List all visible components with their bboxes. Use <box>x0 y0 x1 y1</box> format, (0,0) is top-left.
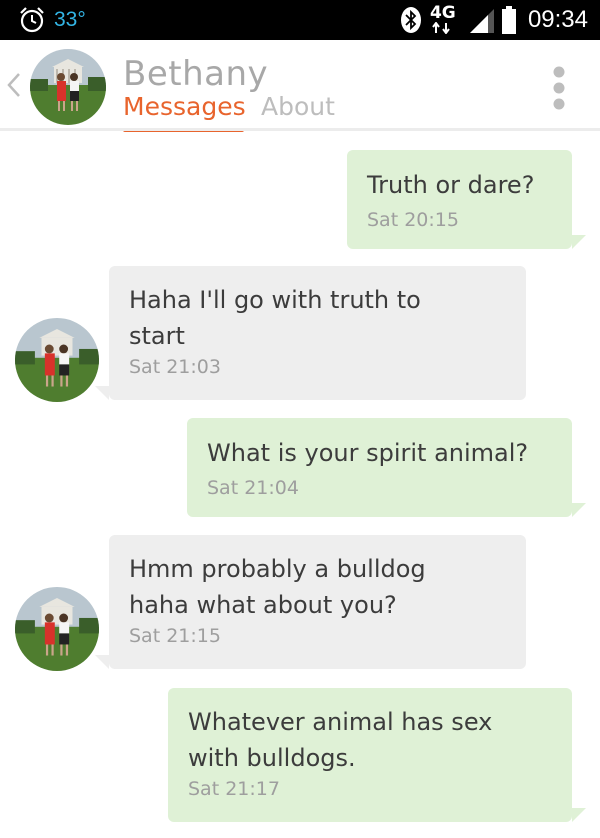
message-time: Sat 21:04 <box>207 477 299 499</box>
status-bar: 33° 4G 09:34 <box>0 0 600 40</box>
chat-header: Bethany Messages About <box>0 40 600 132</box>
outgoing-message: What is your spirit animal? Sat 21:04 <box>187 418 572 517</box>
contact-name: Bethany <box>123 54 269 94</box>
message-text: haha what about you? <box>129 591 397 619</box>
message-text: What is your spirit animal? <box>207 439 529 467</box>
network-type-text: 4G <box>429 3 456 23</box>
contact-avatar-small[interactable] <box>15 318 99 402</box>
message-time: Sat 20:15 <box>367 209 459 231</box>
tab-messages[interactable]: Messages <box>123 92 246 121</box>
status-left: 33° <box>18 6 86 34</box>
back-chevron-icon[interactable] <box>6 72 22 98</box>
overflow-menu-icon[interactable] <box>548 66 570 110</box>
temperature-text: 33° <box>54 8 86 31</box>
message-text: with bulldogs. <box>188 744 356 772</box>
incoming-message: Hmm probably a bulldog haha what about y… <box>109 535 526 669</box>
bluetooth-icon <box>400 7 421 33</box>
message-time: Sat 21:03 <box>129 356 221 378</box>
bubble-tail <box>95 655 109 669</box>
outgoing-message: Whatever animal has sex with bulldogs. S… <box>168 688 572 822</box>
clock-text: 09:34 <box>527 6 588 33</box>
message-text: Truth or dare? <box>367 171 535 199</box>
bubble-tail <box>572 808 586 822</box>
contact-avatar[interactable] <box>30 49 106 125</box>
message-time: Sat 21:15 <box>129 625 221 647</box>
message-time: Sat 21:17 <box>188 778 280 800</box>
outgoing-message: Truth or dare? Sat 20:15 <box>347 150 572 249</box>
message-text: Hmm probably a bulldog <box>129 555 426 583</box>
network-4g-icon: 4G <box>430 5 460 35</box>
bubble-tail <box>572 235 586 249</box>
message-text: Haha I'll go with truth to <box>129 286 421 314</box>
signal-icon <box>469 9 494 33</box>
tab-about[interactable]: About <box>261 92 335 121</box>
incoming-message: Haha I'll go with truth to start Sat 21:… <box>109 266 526 400</box>
bubble-tail <box>95 386 109 400</box>
status-right: 4G 09:34 <box>400 5 588 35</box>
chat-screen: 33° 4G 09:34 Bethany Messages About Trut… <box>0 0 600 838</box>
message-text: start <box>129 322 185 350</box>
contact-avatar-small[interactable] <box>15 587 99 671</box>
alarm-clock-icon <box>20 7 44 33</box>
bubble-tail <box>572 503 586 517</box>
message-list: Truth or dare? Sat 20:15 Haha I'll go wi… <box>0 131 600 838</box>
message-text: Whatever animal has sex <box>188 708 493 736</box>
battery-icon <box>501 6 516 34</box>
